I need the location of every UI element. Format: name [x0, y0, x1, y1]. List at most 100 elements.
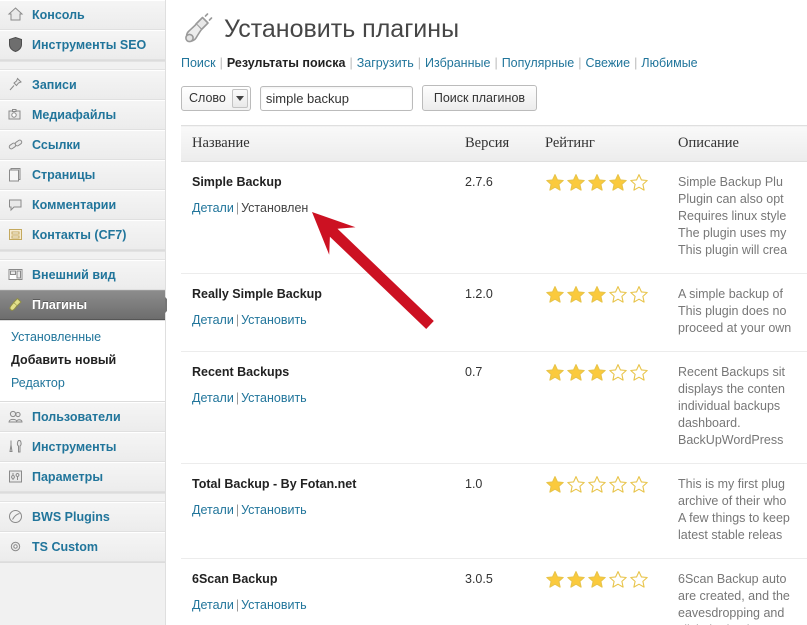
plugin-install-link[interactable]: Установить	[241, 503, 307, 517]
sidebar-item-links[interactable]: Ссылки	[0, 130, 165, 160]
search-plugins-button[interactable]: Поиск плагинов	[422, 85, 537, 111]
sidebar-item-tools[interactable]: Инструменты	[0, 432, 165, 462]
sidebar-item-label: BWS Plugins	[32, 510, 110, 525]
action-separator: |	[234, 598, 241, 612]
submenu-item-editor[interactable]: Редактор	[0, 372, 165, 395]
tab-separator: |	[216, 56, 227, 70]
tab-search[interactable]: Поиск	[181, 56, 216, 70]
sidebar-group-2: Внешний вид Плагины	[0, 260, 165, 321]
cell-plugin-name: Total Backup - By Fotan.netДетали|Устано…	[181, 464, 465, 559]
cell-description: A simple backup of This plugin does no p…	[678, 274, 807, 352]
cell-version: 3.0.5	[465, 559, 545, 625]
sidebar-item-comments[interactable]: Комментарии	[0, 190, 165, 220]
star-icon	[545, 285, 565, 304]
sidebar-item-dashboard[interactable]: Консоль	[0, 0, 165, 30]
plugin-description: This is my first plug archive of their w…	[678, 476, 807, 544]
sidebar-item-users[interactable]: Пользователи	[0, 402, 165, 432]
plugin-install-link[interactable]: Установить	[241, 391, 307, 405]
plugin-details-link[interactable]: Детали	[192, 391, 234, 405]
plugin-details-link[interactable]: Детали	[192, 503, 234, 517]
star-icon	[608, 285, 628, 304]
gear-icon	[7, 538, 25, 556]
tab-favorites[interactable]: Любимые	[641, 56, 697, 70]
plugin-title: Really Simple Backup	[192, 286, 465, 302]
search-input[interactable]	[260, 86, 413, 111]
action-separator: |	[234, 201, 241, 215]
cell-version: 1.2.0	[465, 274, 545, 352]
plugin-description: A simple backup of This plugin does no p…	[678, 286, 807, 337]
submenu-item-installed[interactable]: Установленные	[0, 326, 165, 349]
sidebar-item-posts[interactable]: Записи	[0, 70, 165, 100]
table-row: 6Scan BackupДетали|Установить3.0.56Scan …	[181, 559, 807, 625]
column-header-description[interactable]: Описание	[678, 126, 807, 162]
sidebar-item-ts-custom[interactable]: TS Custom	[0, 532, 165, 562]
page-header: Установить плагины	[181, 12, 807, 46]
sidebar-item-bws-plugins[interactable]: BWS Plugins	[0, 502, 165, 532]
star-icon	[566, 285, 586, 304]
tab-separator: |	[345, 56, 356, 70]
column-header-rating[interactable]: Рейтинг	[545, 126, 678, 162]
sidebar-item-seo-tools[interactable]: Инструменты SEO	[0, 30, 165, 60]
plugin-row-actions: Детали|Установить	[192, 597, 465, 613]
cell-description: Simple Backup Plu Plugin can also opt Re…	[678, 162, 807, 274]
sidebar-menu-top: Консоль Инструменты SEO Записи Медиафайлы Сс…	[0, 0, 165, 321]
star-icon	[587, 173, 607, 192]
submenu-item-add-new[interactable]: Добавить новый	[0, 349, 165, 372]
plugin-row-actions: Детали|Установить	[192, 390, 465, 406]
star-icon	[545, 570, 565, 589]
plugin-version: 0.7	[465, 364, 545, 380]
sidebar-item-label: Консоль	[32, 8, 85, 23]
star-icon	[545, 475, 565, 494]
plugin-details-link[interactable]: Детали	[192, 598, 234, 612]
sidebar-item-plugins[interactable]: Плагины	[0, 290, 165, 320]
plugin-install-link[interactable]: Установить	[241, 313, 307, 327]
sidebar-item-label: Контакты (CF7)	[32, 228, 126, 243]
sidebar-group-1: Записи Медиафайлы Ссылки СтраницыКомментари…	[0, 70, 165, 251]
link-icon	[7, 136, 25, 154]
plugin-details-link[interactable]: Детали	[192, 201, 234, 215]
search-type-select[interactable]: Слово	[181, 86, 251, 111]
plugins-results-table: Название Версия Рейтинг Описание Simple …	[181, 125, 807, 625]
sidebar-item-label: Параметры	[32, 470, 103, 485]
sidebar-item-media[interactable]: Медиафайлы	[0, 100, 165, 130]
chevron-down-icon[interactable]	[232, 89, 248, 108]
column-header-version[interactable]: Версия	[465, 126, 545, 162]
star-icon	[608, 173, 628, 192]
star-icon	[608, 363, 628, 382]
sidebar-group-0: Консоль Инструменты SEO	[0, 0, 165, 61]
cell-plugin-name: Really Simple Backup Детали|Установить	[181, 274, 465, 352]
tab-upload[interactable]: Загрузить	[357, 56, 414, 70]
sidebar-item-pages[interactable]: Страницы	[0, 160, 165, 190]
sidebar-item-label: Плагины	[32, 298, 87, 313]
sidebar-item-contacts-cf7[interactable]: Контакты (CF7)	[0, 220, 165, 250]
contact-form-icon	[7, 226, 25, 244]
search-type-value: Слово	[189, 91, 226, 105]
sidebar-item-label: Медиафайлы	[32, 108, 116, 123]
plugin-installed-label: Установлен	[241, 201, 308, 215]
tab-popular[interactable]: Популярные	[502, 56, 575, 70]
cell-description: 6Scan Backup auto are created, and the e…	[678, 559, 807, 625]
sidebar-item-label: Пользователи	[32, 410, 121, 425]
tab-search-results[interactable]: Результаты поиска	[227, 56, 346, 70]
cell-version: 2.7.6	[465, 162, 545, 274]
star-icon	[629, 173, 649, 192]
column-header-name[interactable]: Название	[181, 126, 465, 162]
plugins-table-body: Simple BackupДетали|Установлен2.7.6Simpl…	[181, 162, 807, 625]
plugin-version: 2.7.6	[465, 174, 545, 190]
shield-icon	[7, 36, 25, 54]
plugin-details-link[interactable]: Детали	[192, 313, 234, 327]
sidebar-item-settings[interactable]: Параметры	[0, 462, 165, 492]
admin-sidebar: Консоль Инструменты SEO Записи Медиафайлы Сс…	[0, 0, 166, 625]
sidebar-item-label: Ссылки	[32, 138, 80, 153]
star-icon	[629, 285, 649, 304]
plugin-install-link[interactable]: Установить	[241, 598, 307, 612]
tab-featured[interactable]: Избранные	[425, 56, 490, 70]
star-icon	[608, 570, 628, 589]
sidebar-item-appearance[interactable]: Внешний вид	[0, 260, 165, 290]
tab-newest[interactable]: Свежие	[585, 56, 630, 70]
cell-description: Recent Backups sit displays the conten i…	[678, 352, 807, 464]
action-separator: |	[234, 313, 241, 327]
tab-separator: |	[630, 56, 641, 70]
plugin-search-form: Слово Поиск плагинов	[181, 85, 807, 111]
plugin-rating-stars	[545, 363, 678, 382]
